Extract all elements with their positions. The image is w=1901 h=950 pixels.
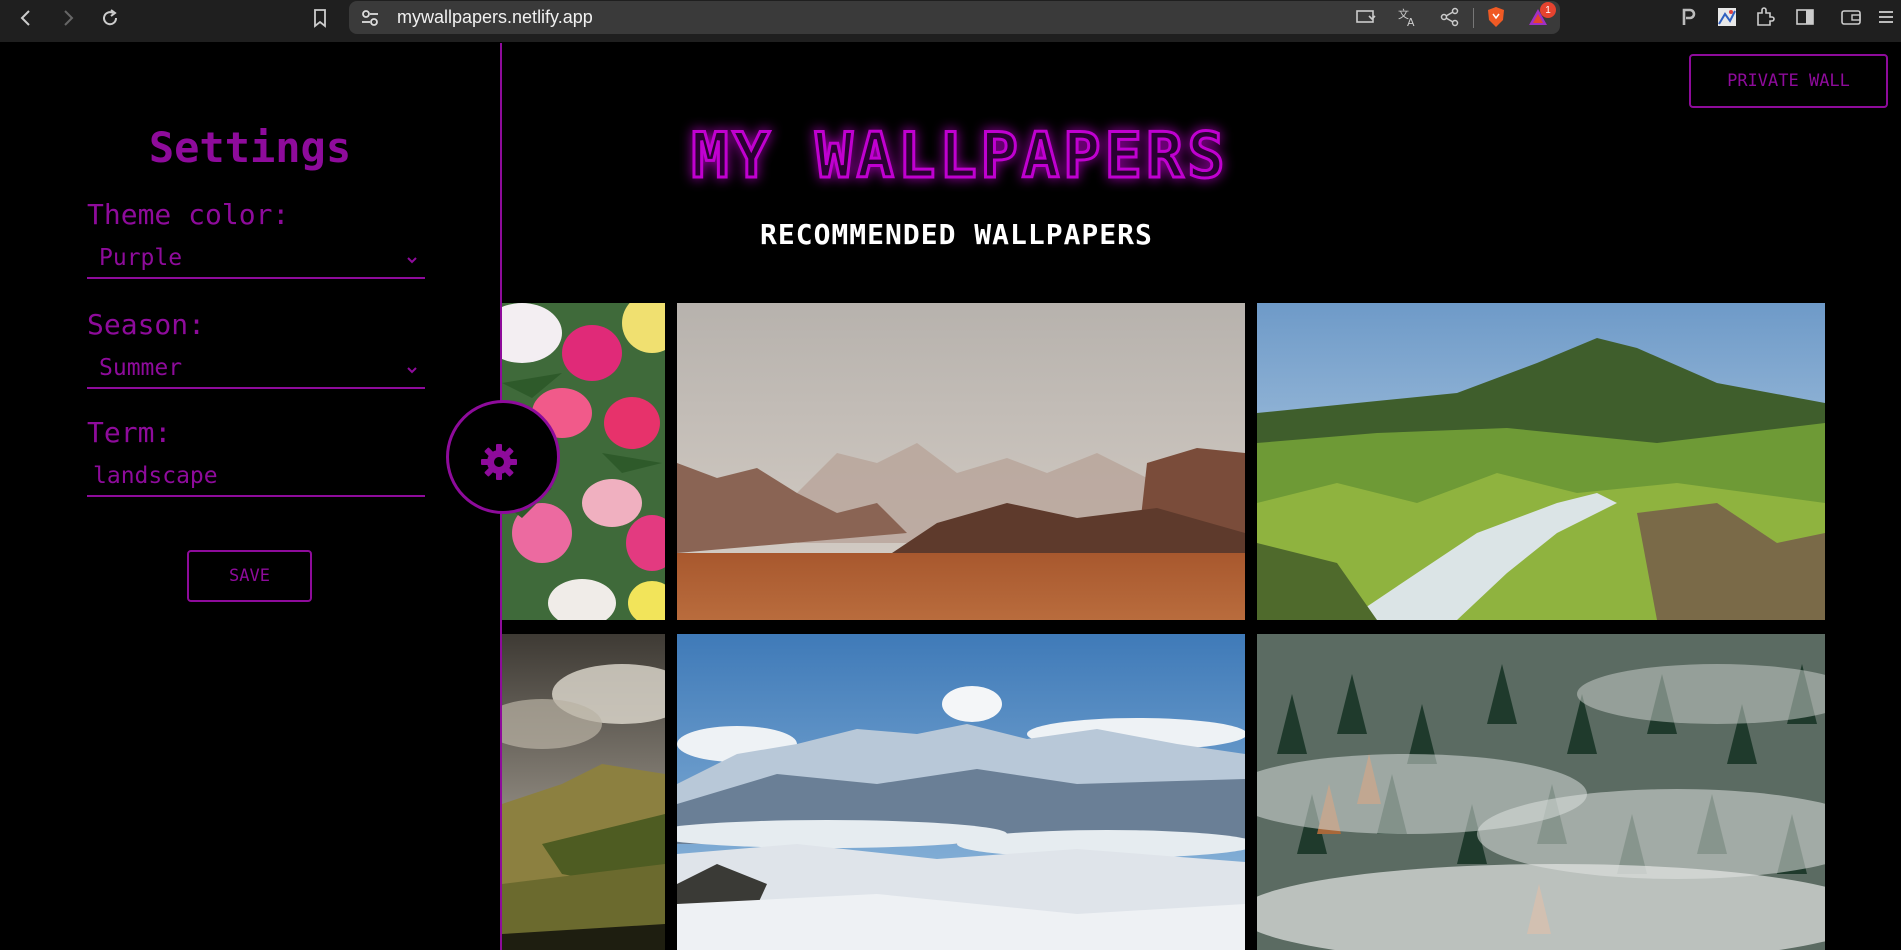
term-label: Term: — [87, 416, 172, 449]
season-value: Summer — [99, 355, 183, 381]
extensions-icon[interactable] — [1753, 5, 1777, 29]
theme-color-value: Purple — [99, 245, 183, 271]
forward-button[interactable] — [52, 3, 84, 33]
hills-image — [502, 634, 665, 950]
wallpaper-card-hills[interactable] — [502, 634, 665, 950]
wallet-icon[interactable] — [1839, 5, 1863, 29]
settings-title: Settings — [148, 123, 352, 172]
gear-icon — [481, 444, 517, 480]
logo-wordmark: MY WALLPAPERS — [690, 118, 1228, 194]
valley-image — [1257, 303, 1825, 620]
settings-sidebar: Settings Theme color: Purple Season: Sum… — [0, 43, 502, 950]
chevron-down-icon — [407, 257, 417, 264]
theme-color-select[interactable]: Purple — [87, 241, 425, 279]
wallpaper-card-valley[interactable] — [1257, 303, 1825, 620]
logo-text: MY WALLPAPERS — [691, 119, 1228, 192]
alps-image — [677, 634, 1245, 950]
forest-image — [1257, 634, 1825, 950]
p-extension-icon[interactable] — [1677, 5, 1701, 29]
season-select[interactable]: Summer — [87, 351, 425, 389]
private-wall-button[interactable]: PRIVATE WALL — [1689, 54, 1888, 108]
bookmark-icon — [314, 9, 326, 28]
site-settings-icon[interactable] — [359, 7, 381, 29]
theme-color-label: Theme color: — [87, 198, 290, 231]
toolbar-divider — [1473, 8, 1474, 28]
settings-toggle-button[interactable] — [446, 400, 560, 514]
bookmark-button[interactable] — [304, 3, 336, 33]
season-label: Season: — [87, 308, 206, 341]
forward-arrow-icon — [64, 10, 74, 26]
sidebar-toggle-icon[interactable] — [1793, 5, 1817, 29]
wallpaper-card-forest[interactable] — [1257, 634, 1825, 950]
desert-image — [677, 303, 1245, 620]
svg-text:A: A — [1407, 16, 1415, 28]
address-bar[interactable]: mywallpapers.netlify.app — [349, 1, 1560, 34]
wallpaper-card-desert[interactable] — [677, 303, 1245, 620]
save-button[interactable]: SAVE — [187, 550, 312, 602]
brave-shields-icon[interactable] — [1484, 5, 1508, 29]
url-text[interactable]: mywallpapers.netlify.app — [397, 7, 593, 28]
back-button[interactable] — [10, 3, 42, 33]
notification-badge: 1 — [1540, 2, 1556, 18]
wallpaper-card-alps[interactable] — [677, 634, 1245, 950]
section-title: RECOMMENDED WALLPAPERS — [760, 218, 1153, 251]
reload-button[interactable] — [94, 3, 126, 33]
share-icon[interactable] — [1438, 5, 1462, 29]
reload-icon — [103, 9, 118, 26]
chevron-down-icon — [407, 367, 417, 374]
browser-toolbar: mywallpapers.netlify.app 文A 1 — [0, 0, 1901, 42]
back-arrow-icon — [20, 10, 30, 26]
menu-icon[interactable] — [1874, 5, 1898, 29]
term-value: landscape — [93, 463, 218, 489]
install-app-icon[interactable] — [1354, 5, 1378, 29]
term-input[interactable]: landscape — [87, 459, 425, 497]
image-extension-icon[interactable] — [1715, 5, 1739, 29]
site-logo: MY WALLPAPERS — [620, 115, 1300, 195]
translate-icon[interactable]: 文A — [1396, 5, 1420, 29]
